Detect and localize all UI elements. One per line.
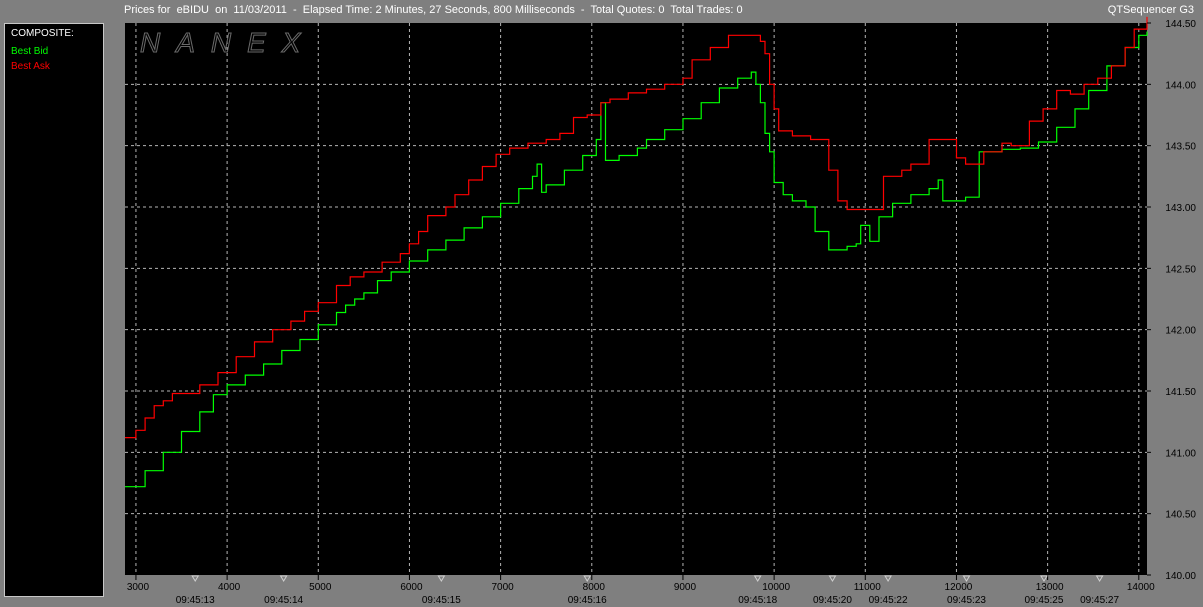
time-marker-icon: [279, 575, 288, 582]
y-tick-label: 143.50: [1165, 142, 1196, 153]
y-tick-label: 141.00: [1165, 448, 1196, 459]
y-tick-label: 142.00: [1165, 326, 1196, 337]
y-tick-label: 143.00: [1165, 203, 1196, 214]
x-tick-label: 10000: [762, 582, 790, 593]
time-marker-icon: [884, 575, 892, 582]
x-tick-label: 12000: [945, 582, 973, 593]
time-label: 09:45:25: [1025, 595, 1064, 606]
time-marker-icon: [828, 575, 837, 582]
x-tick-label: 11000: [854, 582, 882, 593]
time-label: 09:45:13: [176, 595, 215, 606]
x-tick-label: 7000: [491, 582, 514, 593]
x-tick-label: 9000: [674, 582, 697, 593]
time-label: 09:45:14: [264, 595, 303, 606]
x-tick-label: 6000: [400, 582, 423, 593]
y-tick-label: 142.50: [1165, 264, 1196, 275]
y-tick-label: 141.50: [1165, 387, 1196, 398]
time-marker-icon: [1040, 575, 1048, 582]
price-chart: NANEX 140.00 140.50 141.00 141.50 142.00 142.…: [125, 16, 1196, 606]
time-label: 09:45:15: [422, 595, 461, 606]
y-tick-label: 144.00: [1165, 80, 1196, 91]
time-label: 09:45:22: [869, 595, 908, 606]
x-tick-label: 4000: [218, 582, 241, 593]
y-tick-label: 144.50: [1165, 19, 1196, 30]
x-tick-label: 13000: [1036, 582, 1064, 593]
x-tick-label: 8000: [583, 582, 606, 593]
time-marker-icon: [962, 575, 971, 582]
plot-area: [125, 23, 1147, 575]
time-label: 09:45:20: [813, 595, 852, 606]
time-label: 09:45:16: [568, 595, 607, 606]
nanex-watermark: NANEX: [140, 27, 316, 58]
x-tick-label: 5000: [309, 582, 332, 593]
time-marker-icon: [437, 575, 446, 582]
time-marker-icon: [753, 575, 762, 582]
time-label: 09:45:27: [1080, 595, 1119, 606]
time-label: 09:45:23: [947, 595, 986, 606]
y-tick-label: 140.50: [1165, 510, 1196, 521]
time-marker-icon: [1095, 575, 1104, 582]
time-marker-icon: [583, 575, 592, 582]
y-tick-label: 140.00: [1165, 571, 1196, 582]
time-marker-icon: [191, 575, 200, 582]
x-tick-label: 3000: [127, 582, 150, 593]
time-label: 09:45:18: [738, 595, 777, 606]
x-tick-label: 14000: [1127, 582, 1155, 593]
